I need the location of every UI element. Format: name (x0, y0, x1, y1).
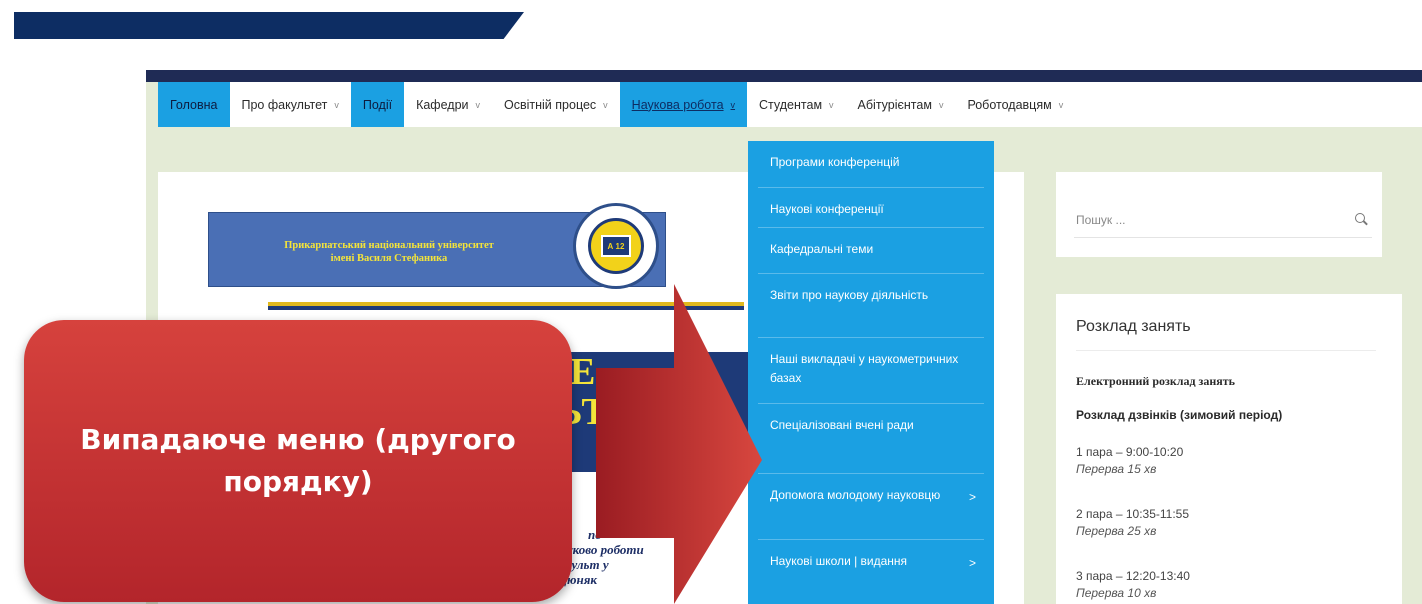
nav-label: Кафедри (416, 97, 469, 112)
schedule-pair-1: 1 пара – 9:00-10:20 Перерва 15 хв (1076, 444, 1183, 478)
bells-schedule-title: Розклад дзвінків (зимовий період) (1076, 408, 1283, 422)
nav-label: Наукова робота (631, 97, 724, 112)
nav-item-educational-process[interactable]: Освітній процес v (492, 82, 620, 127)
dropdown-item-conference-programs[interactable]: Програми конференцій (758, 141, 984, 187)
search-icon[interactable] (1355, 213, 1368, 226)
screenshot-stage: Головна Про факультет v Події Кафедри v Ос… (0, 0, 1422, 604)
schedule-title: Розклад занять (1076, 318, 1191, 335)
university-emblem-icon: А 12 (573, 203, 659, 289)
nav-item-students[interactable]: Студентам v (747, 82, 846, 127)
emblem-inner: А 12 (588, 218, 644, 274)
dropdown-item-teachers-scientometric[interactable]: Наші викладачі у наукометричних базах (758, 337, 984, 403)
sidebar-search-widget: Пошук ... (1056, 172, 1382, 257)
annotation-callout: Випадаюче меню (другого порядку) (24, 320, 572, 602)
nav-label: Студентам (759, 97, 823, 112)
emblem-book-icon: А 12 (601, 235, 631, 257)
nav-label: Роботодавцям (967, 97, 1052, 112)
chevron-down-icon: v (603, 99, 608, 110)
dropdown-item-scientific-conferences[interactable]: Наукові конференції (758, 187, 984, 227)
site-top-bar (146, 70, 1422, 82)
chevron-down-icon: v (829, 99, 834, 110)
pair-break: Перерва 25 хв (1076, 524, 1157, 538)
schedule-divider (1076, 350, 1376, 351)
schedule-pair-3: 3 пара – 12:20-13:40 Перерва 10 хв (1076, 568, 1190, 602)
chevron-down-icon: v (475, 99, 481, 110)
dropdown-item-scientific-schools[interactable]: Наукові школи | видання > (758, 539, 984, 604)
callout-text: Випадаюче меню (другого порядку) (80, 423, 516, 498)
dropdown-item-specialized-councils[interactable]: Спеціалізовані вчені ради (758, 403, 984, 473)
nav-label: Головна (170, 97, 218, 112)
sidebar-schedule-widget: Розклад занять Електронний розклад занят… (1056, 294, 1402, 604)
pair-time: 2 пара – 10:35-11:55 (1076, 507, 1190, 521)
nav-item-events[interactable]: Події (350, 82, 405, 127)
schedule-pair-2: 2 пара – 10:35-11:55 Перерва 25 хв (1076, 506, 1189, 540)
nav-item-applicants[interactable]: Абітурієнтам v (846, 82, 956, 127)
search-placeholder: Пошук ... (1076, 212, 1126, 227)
chevron-down-icon: v (334, 99, 339, 110)
nav-item-research-work[interactable]: Наукова робота v (619, 82, 748, 127)
dropdown-item-label: Програми конференцій (770, 155, 900, 169)
dropdown-item-label: Наукові школи | видання (770, 554, 908, 568)
top-banner-stripe (14, 12, 524, 39)
university-name: Прикарпатський національний університет … (209, 239, 569, 265)
dropdown-item-label: Кафедральні теми (770, 242, 874, 256)
pair-time: 1 пара – 9:00-10:20 (1076, 445, 1184, 459)
university-name-line1: Прикарпатський національний університет (284, 240, 494, 251)
dropdown-item-label: Звіти про наукову діяльність (770, 288, 929, 302)
electronic-schedule-link[interactable]: Електронний розклад занять (1076, 374, 1235, 389)
main-navigation: Головна Про факультет v Події Кафедри v Ос… (158, 82, 1422, 127)
university-name-line2: імені Василя Стефаника (330, 253, 448, 264)
nav-item-home[interactable]: Головна (158, 82, 230, 127)
dropdown-item-label: Допомога молодому науковцю (770, 488, 941, 502)
nav-label: Події (362, 97, 393, 112)
research-dropdown-menu: Програми конференцій Наукові конференції… (748, 141, 994, 604)
dropdown-item-research-reports[interactable]: Звіти про наукову діяльність (758, 273, 984, 337)
chevron-right-icon: > (968, 556, 976, 570)
dropdown-item-label: Спеціалізовані вчені ради (770, 418, 914, 432)
nav-item-employers[interactable]: Роботодавцям v (955, 82, 1075, 127)
chevron-down-icon: v (730, 99, 736, 110)
nav-label: Абітурієнтам (857, 97, 932, 112)
dropdown-item-department-topics[interactable]: Кафедральні теми (758, 227, 984, 273)
nav-item-about-faculty[interactable]: Про факультет v (230, 82, 351, 127)
dropdown-item-label: Наукові конференції (770, 202, 884, 216)
chevron-down-icon: v (1058, 99, 1064, 110)
university-banner: Прикарпатський національний університет … (208, 203, 666, 289)
chevron-down-icon: v (938, 99, 944, 110)
dropdown-item-young-scientist-help[interactable]: Допомога молодому науковцю > (758, 473, 984, 539)
pair-break: Перерва 15 хв (1076, 462, 1157, 476)
nav-item-departments[interactable]: Кафедри v (404, 82, 492, 127)
red-arrow-icon (596, 284, 762, 604)
dropdown-item-label: Наші викладачі у наукометричних базах (770, 352, 959, 385)
nav-label: Освітній процес (504, 97, 597, 112)
pair-time: 3 пара – 12:20-13:40 (1076, 569, 1190, 583)
nav-label: Про факультет (241, 97, 328, 112)
pair-break: Перерва 10 хв (1076, 586, 1157, 600)
chevron-right-icon: > (968, 490, 976, 504)
search-input[interactable]: Пошук ... (1074, 202, 1372, 238)
